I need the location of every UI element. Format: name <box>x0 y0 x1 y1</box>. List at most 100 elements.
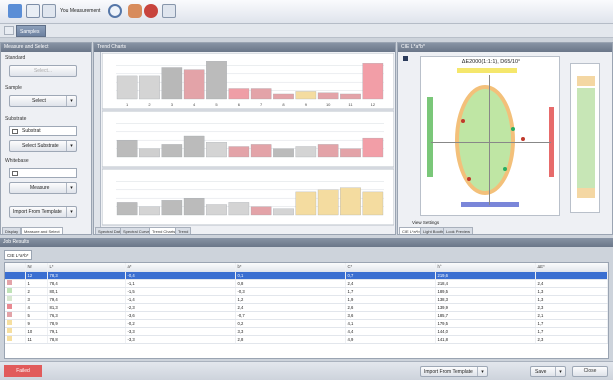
expand-icon[interactable] <box>403 56 408 61</box>
column-header[interactable]: ΔE* <box>535 263 608 272</box>
hand-icon[interactable] <box>128 4 142 18</box>
table-row[interactable]: 1 78,4 -1,1 0,8 2,4 218,4 2,4 <box>5 279 608 288</box>
table-cell: 1,7 <box>535 319 608 328</box>
trend-bar[interactable] <box>295 91 317 100</box>
trend-bar[interactable] <box>273 93 294 100</box>
tab-measure-select[interactable]: Measure and Select <box>21 227 63 234</box>
whitebase-checkbox[interactable] <box>12 171 18 176</box>
standard-select-button[interactable]: Select... <box>9 65 77 77</box>
trend-bar[interactable] <box>116 75 138 100</box>
trend-bar[interactable] <box>161 144 183 158</box>
table-cell: 81,3 <box>47 303 126 312</box>
trend-bar[interactable] <box>340 187 361 216</box>
table-row[interactable]: 3 79,4 -1,4 1,2 1,9 138,3 1,3 <box>5 295 608 304</box>
trend-charts-panel: Trend Charts 1 2 3 4 5 6 7 8 9 10 11 12 Spectral Da… <box>93 42 396 235</box>
instrument-icon[interactable] <box>8 4 22 18</box>
sample-point[interactable] <box>503 167 507 171</box>
table-row[interactable]: 2 80,1 -1,5 -0,3 1,7 189,5 1,3 <box>5 287 608 296</box>
panel-title: CIE L*a*b* <box>398 43 612 52</box>
search-icon[interactable] <box>108 4 122 18</box>
trend-bar[interactable] <box>228 146 250 158</box>
trend-bar[interactable] <box>206 61 227 100</box>
column-header[interactable]: b* <box>235 263 346 272</box>
trend-bar[interactable] <box>183 69 205 100</box>
import-template-button[interactable]: Import From Template ▾ <box>9 206 77 218</box>
close-button[interactable]: Close <box>572 366 608 377</box>
sample-point[interactable] <box>511 127 515 131</box>
trend-bar[interactable] <box>362 191 384 216</box>
substrate-checkbox[interactable] <box>12 129 18 134</box>
import-template-dropdown[interactable]: Import From Template ▾ <box>420 366 488 377</box>
trend-bar[interactable] <box>228 88 250 100</box>
trend-bar[interactable] <box>116 202 138 216</box>
substrate-field[interactable]: Substrat <box>9 126 77 136</box>
table-row[interactable]: 9 78,9 -0,2 0,2 4,1 179,5 1,7 <box>5 319 608 328</box>
sample-point[interactable] <box>521 137 525 141</box>
column-header[interactable]: Nr <box>25 263 48 272</box>
table-row[interactable]: 12 78,3 -0,4 0,1 0,7 219,6 <box>5 271 608 280</box>
menu-icon[interactable] <box>4 26 14 35</box>
trend-bar[interactable] <box>362 63 384 100</box>
trend-bar[interactable] <box>295 191 317 216</box>
table-row[interactable]: 5 76,3 -3,6 -0,7 3,6 185,7 2,1 <box>5 311 608 320</box>
tab-display[interactable]: Display <box>2 227 22 234</box>
column-header[interactable]: h° <box>435 263 536 272</box>
tab-samples[interactable]: Samples <box>16 25 46 37</box>
table-row[interactable]: 11 78,8 -3,3 2,8 4,9 141,8 2,3 <box>5 335 608 344</box>
trend-bar[interactable] <box>250 206 272 216</box>
trend-bar[interactable] <box>206 142 227 158</box>
trend-bar[interactable] <box>161 200 183 216</box>
trend-bar[interactable] <box>273 148 294 158</box>
column-header[interactable]: a* <box>125 263 236 272</box>
trend-bar[interactable] <box>340 93 361 100</box>
table-cell: 138,3 <box>435 295 536 304</box>
trend-bar[interactable] <box>161 67 183 100</box>
trend-bar[interactable] <box>183 135 205 158</box>
trend-bar[interactable] <box>317 189 339 216</box>
grid-icon[interactable] <box>162 4 176 18</box>
green-axis-band <box>427 97 433 177</box>
trend-bar[interactable] <box>317 144 339 158</box>
sample-point[interactable] <box>467 177 471 181</box>
table-row[interactable]: 4 81,3 -2,3 2,4 2,6 139,9 2,3 <box>5 303 608 312</box>
trend-bar[interactable] <box>250 88 272 100</box>
whitebase-field[interactable] <box>9 168 77 178</box>
target-icon[interactable] <box>144 4 158 18</box>
tab-look-preview[interactable]: Look Preview <box>443 227 474 234</box>
column-header[interactable]: C* <box>345 263 436 272</box>
table-row[interactable]: 10 79,1 -3,3 3,3 4,4 144,0 1,7 <box>5 327 608 336</box>
measurement-title: You Measurement <box>60 8 101 14</box>
select-substrate-button[interactable]: Select Substrate ▾ <box>9 140 77 152</box>
tab-trend[interactable]: Trend <box>175 227 192 234</box>
trend-bar[interactable] <box>317 92 339 100</box>
column-header[interactable]: L* <box>47 263 126 272</box>
save-button[interactable]: Save ▾ <box>530 366 566 377</box>
sample-point[interactable] <box>461 119 465 123</box>
trend-bar[interactable] <box>362 137 384 158</box>
document-icon[interactable] <box>42 4 56 18</box>
trend-bar[interactable] <box>340 148 361 158</box>
tab-trend-charts[interactable]: Trend Charts <box>149 227 179 234</box>
table-cell: -0,7 <box>235 311 346 320</box>
left-scrollbar[interactable] <box>94 52 101 228</box>
measure-button-label: Measure <box>30 185 50 191</box>
table-cell: 76,3 <box>47 311 126 320</box>
trend-bar[interactable] <box>183 198 205 216</box>
results-table: Nr L* a* b* C* h° ΔE* 12 78,3 -0,4 0,1 0,7 21… <box>4 262 609 359</box>
trend-bar[interactable] <box>139 148 160 158</box>
trend-bar[interactable] <box>116 140 138 158</box>
trend-bar[interactable] <box>139 206 160 216</box>
trend-bar[interactable] <box>250 144 272 158</box>
trend-bar[interactable] <box>295 146 317 158</box>
import-template-dropdown-label: Import From Template <box>424 369 473 375</box>
trend-bar[interactable] <box>228 202 250 216</box>
trend-bar[interactable] <box>139 75 160 100</box>
tab-results-cielab[interactable]: CIE L*a*b* <box>4 250 32 260</box>
measure-button[interactable]: Measure ▾ <box>9 182 77 194</box>
sample-select[interactable]: Select ▾ <box>9 95 77 107</box>
trend-bar[interactable] <box>273 208 294 216</box>
table-header-row: Nr L* a* b* C* h° ΔE* <box>5 263 608 272</box>
trend-bar[interactable] <box>206 204 227 216</box>
measure-icon[interactable] <box>26 4 40 18</box>
view-settings-label[interactable]: View Settings <box>412 220 439 225</box>
